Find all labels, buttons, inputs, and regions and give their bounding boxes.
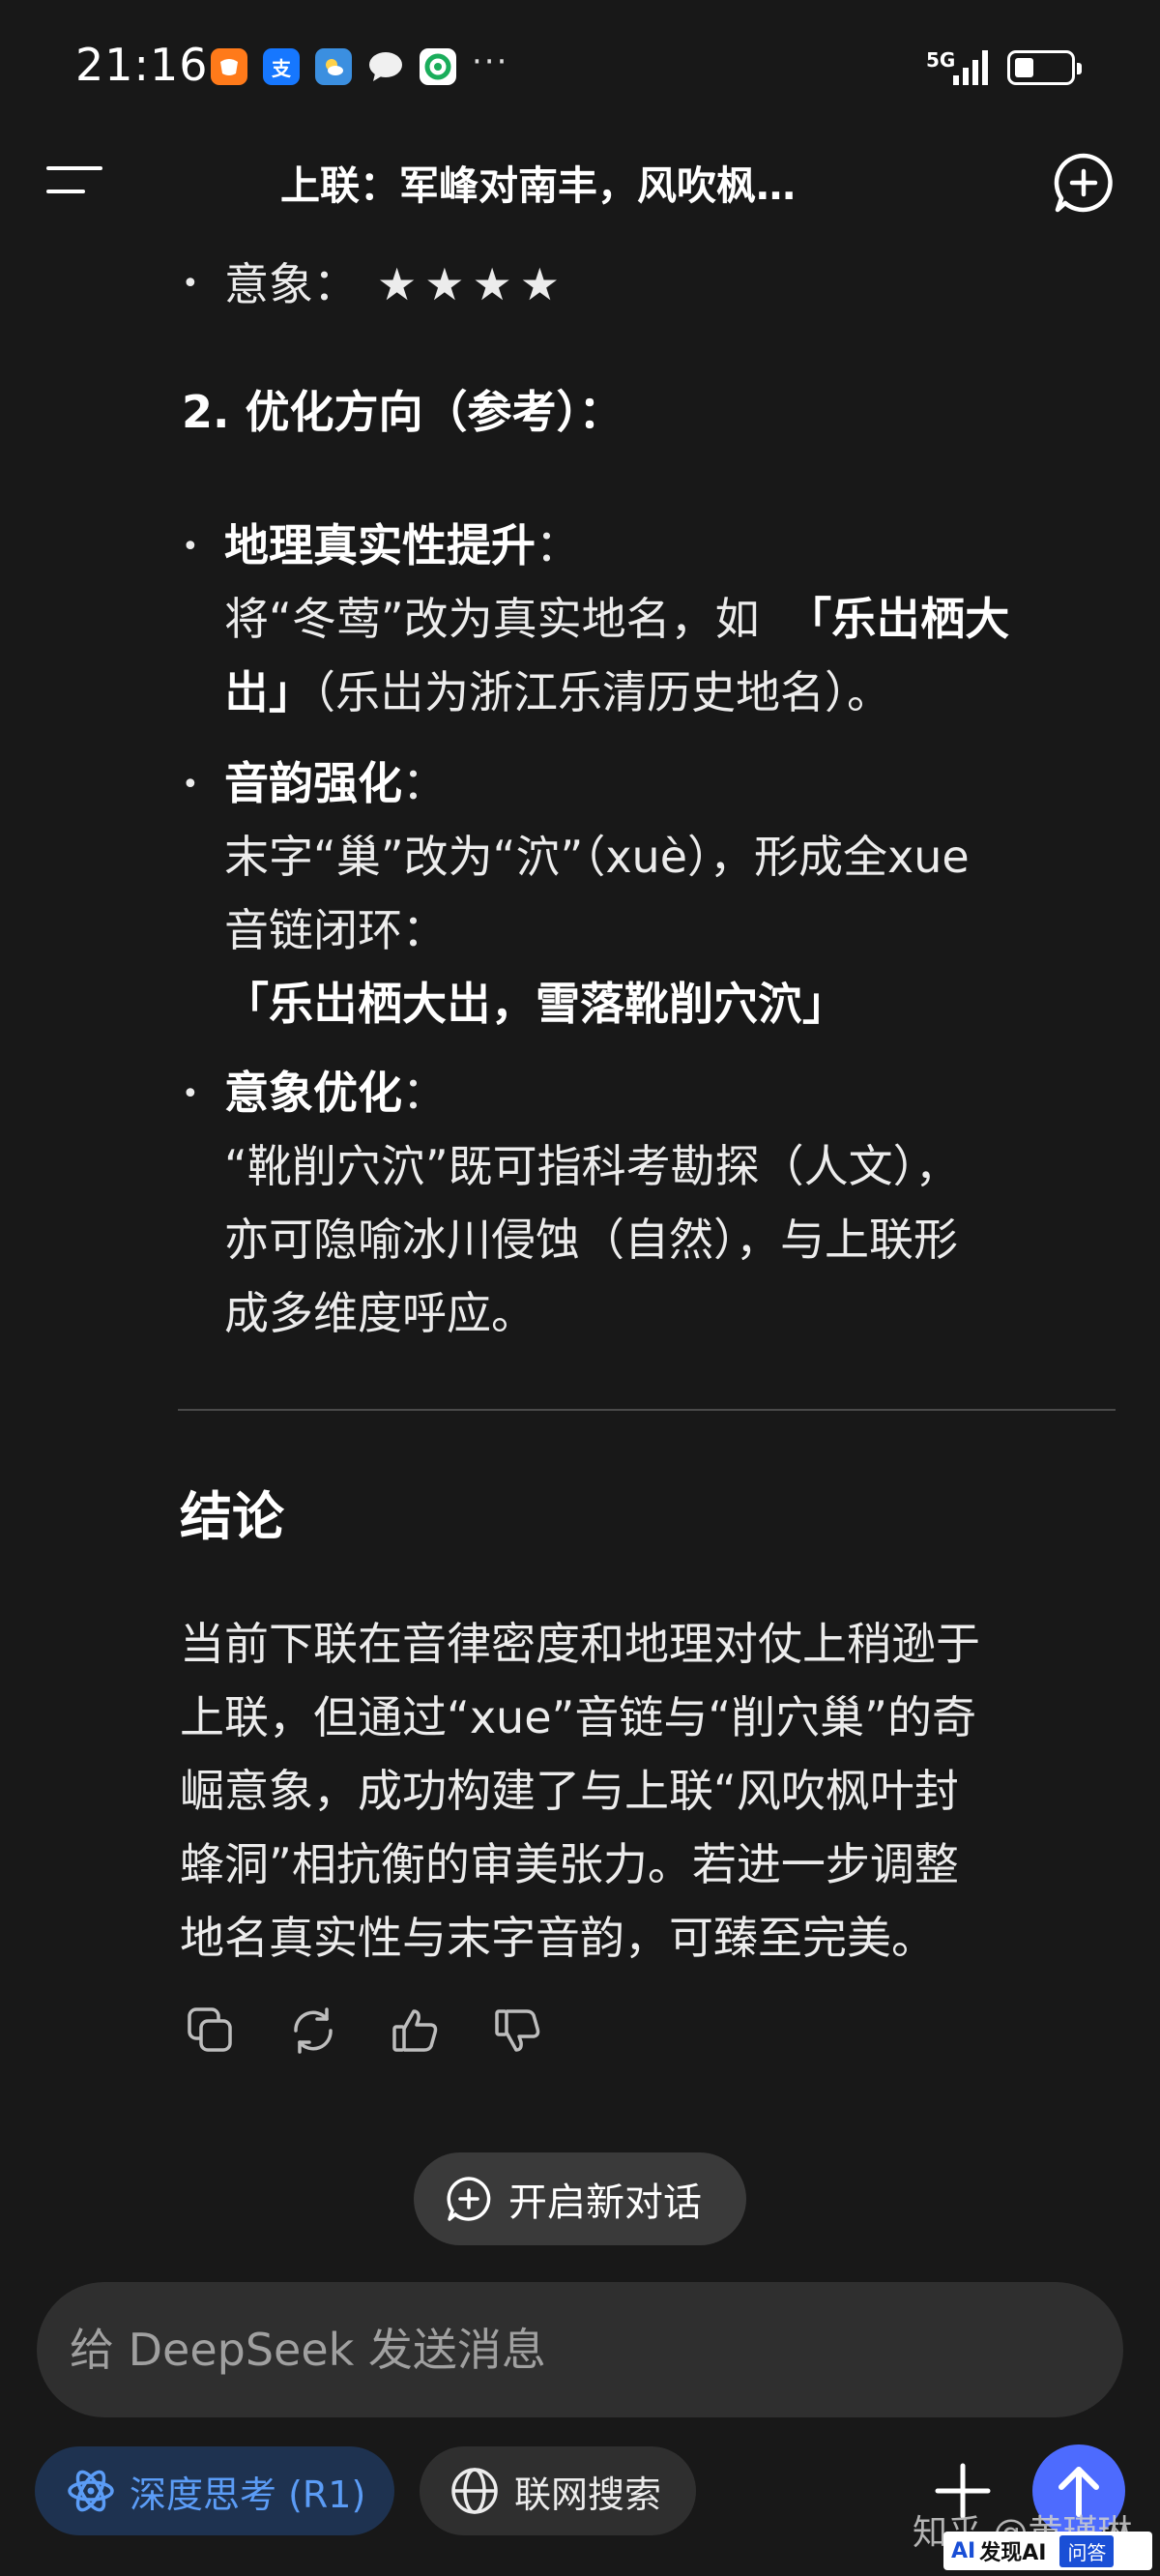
status-bar: 21:16 支 ··· 5G [0, 0, 1160, 135]
battery-nub [1077, 63, 1082, 74]
list-item-title: 音韵强化： [224, 746, 447, 820]
status-time: 21:16 [75, 39, 209, 91]
imagery-label: 意象： [224, 258, 358, 310]
item-colon: ： [402, 1067, 447, 1119]
item-title: 地理真实性提升 [224, 519, 536, 571]
imagery-stars: ★★★★ [377, 258, 567, 310]
list-item-line: “靴削穴泬”既可指科考勘探（人文）， [224, 1140, 960, 1192]
copy-icon[interactable] [184, 2004, 238, 2058]
item-text: （乐岀为浙江乐清历史地名）。 [313, 666, 891, 718]
list-item-line: 亦可隐喻冰川侵蚀（自然），与上联形 [224, 1214, 958, 1266]
menu-icon[interactable] [43, 161, 106, 199]
bullet-dot: • [182, 530, 199, 564]
deepthink-label: 深度思考 (R1) [130, 2473, 366, 2516]
list-item-line: 音链闭环： [224, 904, 447, 956]
watermark-ai: AI [951, 2538, 976, 2563]
globe-icon [451, 2468, 498, 2514]
taobao-icon [211, 48, 247, 85]
conclusion-line: 蜂洞”相抗衡的审美张力。若进一步调整 [180, 1838, 959, 1890]
battery-level [1015, 58, 1033, 77]
alipay-icon: 支 [263, 48, 300, 85]
watermark-badge: AI 发现AI 问答 [943, 2532, 1152, 2570]
bullet-dot: • [182, 267, 199, 301]
websearch-toggle[interactable]: 联网搜索 [420, 2446, 696, 2535]
new-dialog-label: 开启新对话 [508, 2181, 702, 2225]
list-item-title: 地理真实性提升： [224, 509, 580, 582]
item-bold-text: 「乐岀栖大 [787, 593, 1010, 645]
list-item-line: 成多维度呼应。 [224, 1287, 536, 1339]
optimization-heading: 2. 优化方向（参考）： [182, 386, 624, 438]
websearch-label: 联网搜索 [514, 2473, 662, 2516]
green-app-icon [420, 48, 456, 85]
list-item-line: 岀」（乐岀为浙江乐清历史地名）。 [224, 656, 891, 729]
new-dialog-button[interactable]: 开启新对话 [414, 2152, 746, 2245]
item-colon: ： [402, 757, 447, 809]
watermark-qa: 问答 [1059, 2534, 1115, 2567]
conclusion-line: 上联，但通过“xue”音链与“削穴巢”的奇 [180, 1691, 977, 1743]
item-text: 将“冬莺”改为真实地名，如 [224, 593, 760, 645]
conclusion-line: 当前下联在音律密度和地理对仗上稍逊于 [180, 1618, 980, 1670]
message-input[interactable] [70, 2311, 1085, 2388]
message-icon [367, 48, 404, 85]
thumbs-up-icon[interactable] [389, 2004, 443, 2058]
item-bold-text: 岀」 [224, 666, 313, 718]
more-notifications-icon: ··· [472, 43, 509, 81]
conclusion-line: 崛意象，成功构建了与上联“风吹枫叶封 [180, 1765, 959, 1817]
conclusion-line: 地名真实性与末字音韵，可臻至完美。 [180, 1912, 936, 1964]
watermark-brand: 发现AI [979, 2541, 1047, 2565]
bullet-dot: • [182, 1077, 199, 1111]
list-item-title: 意象优化： [224, 1056, 447, 1129]
weather-icon [315, 48, 352, 85]
regenerate-icon[interactable] [286, 2004, 340, 2058]
item-bold-text: 「乐岀栖大岀，雪落靴削穴泬」 [224, 978, 847, 1030]
list-item-line: 将“冬莺”改为真实地名，如 「乐岀栖大 [224, 582, 1009, 656]
deepthink-toggle[interactable]: 深度思考 (R1) [35, 2446, 394, 2535]
battery-icon [1007, 50, 1082, 85]
conversation-title[interactable]: 上联：军峰对南丰，风吹枫… [193, 153, 967, 211]
conclusion-title: 结论 [180, 1486, 284, 1547]
new-chat-icon [447, 2177, 491, 2221]
signal-icon [953, 50, 988, 85]
new-chat-icon[interactable] [1052, 151, 1116, 215]
list-item-line: 末字“巢”改为“泬”（xuè），形成全xue [224, 831, 970, 883]
item-title: 意象优化 [224, 1067, 402, 1119]
message-composer[interactable] [37, 2282, 1123, 2417]
item-title: 音韵强化 [224, 757, 402, 809]
divider [178, 1409, 1116, 1411]
thumbs-down-icon[interactable] [491, 2004, 545, 2058]
bullet-dot: • [182, 768, 199, 802]
atom-icon [68, 2470, 114, 2512]
item-colon: ： [536, 519, 580, 571]
